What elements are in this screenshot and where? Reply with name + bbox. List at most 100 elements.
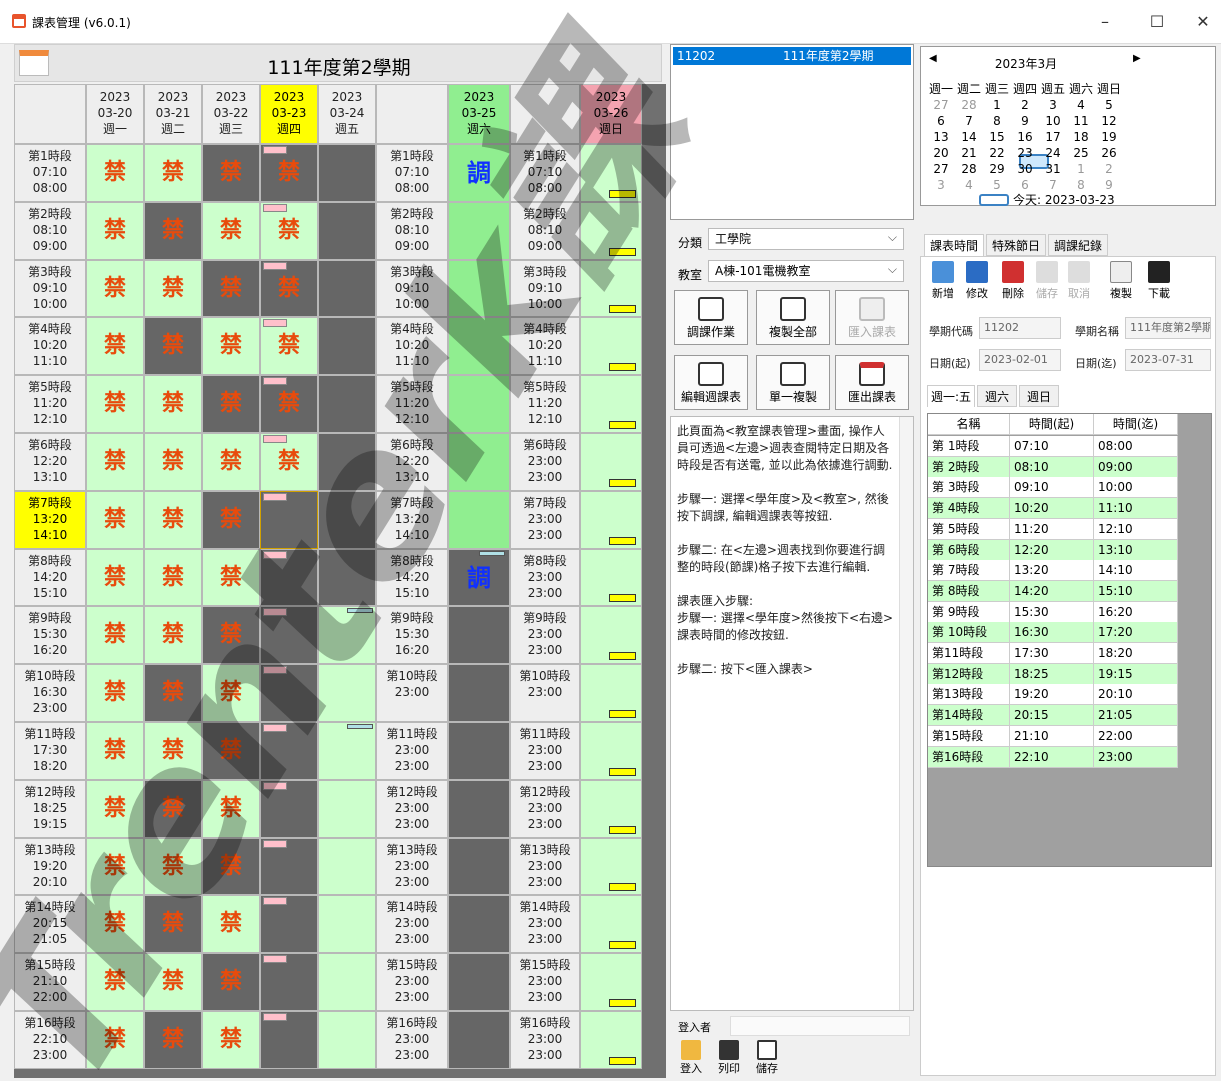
schedule-cell[interactable] [318, 490, 376, 549]
saturday-slot-label[interactable]: 第10時段 23:00 [376, 664, 448, 722]
schedule-cell[interactable]: 禁 [202, 779, 260, 838]
export-schedule-button[interactable]: 匯出課表 [835, 355, 909, 410]
schedule-cell[interactable]: 禁 [144, 144, 202, 202]
schedule-cell[interactable]: 禁 [202, 548, 260, 607]
schedule-cell[interactable]: 禁 [202, 433, 260, 491]
sunday-slot-label[interactable]: 第2時段 08:10 09:00 [510, 201, 580, 260]
schedule-cell[interactable] [580, 664, 642, 722]
schedule-cell[interactable]: 禁 [144, 317, 202, 376]
calendar-day[interactable]: 31 [1039, 163, 1067, 176]
calendar-day[interactable]: 2 [1095, 163, 1123, 176]
schedule-cell[interactable]: 禁 [144, 490, 202, 549]
calendar-day[interactable]: 1 [1067, 163, 1095, 176]
schedule-cell[interactable]: 禁 [86, 490, 144, 549]
calendar-day[interactable]: 24 [1039, 147, 1067, 160]
table-row[interactable]: 第14時段 20:15 21:05 [928, 705, 1178, 727]
copy-all-button[interactable]: 複製全部 [756, 290, 830, 345]
schedule-cell[interactable]: 禁 [86, 433, 144, 491]
calendar-day[interactable]: 8 [983, 115, 1011, 128]
sunday-slot-label[interactable]: 第12時段 23:00 23:00 [510, 779, 580, 838]
schedule-cell[interactable] [448, 1011, 510, 1069]
calendar-day[interactable]: 6 [1011, 179, 1039, 192]
schedule-cell[interactable]: 禁 [86, 722, 144, 780]
schedule-cell[interactable] [448, 837, 510, 896]
schedule-cell[interactable]: 調 [448, 144, 510, 202]
sunday-slot-label[interactable]: 第10時段 23:00 [510, 664, 580, 722]
help-text-box[interactable]: 此頁面為<教室課表管理>畫面, 操作人員可透過<左邊>週表查閱特定日期及各時段是… [670, 416, 914, 1011]
save-disabled-button[interactable]: 儲存 [1031, 261, 1063, 305]
end-date-field[interactable]: 2023-07-31 [1125, 349, 1211, 371]
schedule-cell[interactable] [318, 779, 376, 838]
schedule-cell[interactable] [580, 779, 642, 838]
saturday-slot-label[interactable]: 第7時段 13:20 14:10 [376, 490, 448, 549]
day-header[interactable]: 2023 03-23 週四 [260, 84, 318, 144]
schedule-cell[interactable]: 禁 [144, 201, 202, 260]
calendar-day[interactable]: 12 [1095, 115, 1123, 128]
day-header[interactable]: 2023 03-22 週三 [202, 84, 260, 144]
schedule-cell[interactable] [318, 317, 376, 376]
schedule-cell[interactable]: 禁 [86, 317, 144, 376]
login-user-field[interactable] [730, 1016, 910, 1036]
schedule-cell[interactable] [260, 548, 318, 607]
table-row[interactable]: 第 8時段 14:20 15:10 [928, 580, 1178, 602]
schedule-cell[interactable]: 禁 [86, 664, 144, 722]
period-slot-label[interactable]: 第12時段 18:25 19:15 [14, 779, 86, 838]
schedule-cell[interactable]: 禁 [202, 837, 260, 896]
saturday-slot-label[interactable]: 第2時段 08:10 09:00 [376, 201, 448, 260]
schedule-cell[interactable] [448, 375, 510, 433]
schedule-cell[interactable]: 禁 [144, 779, 202, 838]
schedule-cell[interactable] [260, 1011, 318, 1069]
maximize-button[interactable]: ☐ [1137, 8, 1177, 36]
day-header[interactable]: 2023 03-21 週二 [144, 84, 202, 144]
column-header[interactable]: 名稱 [928, 414, 1010, 435]
calendar-day[interactable]: 13 [927, 131, 955, 144]
schedule-cell[interactable]: 禁 [260, 433, 318, 491]
schedule-cell[interactable]: 禁 [86, 606, 144, 665]
schedule-cell[interactable] [580, 144, 642, 202]
help-scrollbar[interactable] [899, 417, 913, 1010]
schedule-cell[interactable] [448, 953, 510, 1011]
category-select[interactable]: 工學院 [708, 227, 904, 250]
calendar-day[interactable]: 15 [983, 131, 1011, 144]
schedule-cell[interactable] [318, 548, 376, 607]
period-slot-label[interactable]: 第13時段 19:20 20:10 [14, 837, 86, 896]
schedule-cell[interactable]: 禁 [144, 606, 202, 665]
schedule-cell[interactable]: 禁 [86, 779, 144, 838]
table-row[interactable]: 第15時段 21:10 22:00 [928, 725, 1178, 747]
calendar-day[interactable]: 29 [983, 163, 1011, 176]
table-row[interactable]: 第 9時段 15:30 16:20 [928, 601, 1178, 623]
schedule-cell[interactable]: 禁 [144, 722, 202, 780]
calendar-day[interactable]: 21 [955, 147, 983, 160]
calendar-day[interactable]: 3 [1039, 99, 1067, 112]
close-button[interactable]: ✕ [1183, 8, 1221, 36]
login-button[interactable]: 登入 [676, 1038, 706, 1078]
saturday-slot-label[interactable]: 第16時段 23:00 23:00 [376, 1011, 448, 1069]
period-slot-label[interactable]: 第16時段 22:10 23:00 [14, 1011, 86, 1069]
sunday-slot-label[interactable]: 第6時段 23:00 23:00 [510, 433, 580, 491]
schedule-cell[interactable] [580, 895, 642, 954]
calendar-day[interactable]: 16 [1011, 131, 1039, 144]
schedule-cell[interactable]: 禁 [86, 144, 144, 202]
calendar-day[interactable]: 7 [1039, 179, 1067, 192]
schedule-cell[interactable] [448, 433, 510, 491]
table-row[interactable]: 第 4時段 10:20 11:10 [928, 498, 1178, 520]
schedule-cell[interactable] [318, 1011, 376, 1069]
calendar-day[interactable]: 27 [927, 99, 955, 112]
calendar-day[interactable]: 9 [1095, 179, 1123, 192]
schedule-cell[interactable] [318, 664, 376, 722]
period-slot-label[interactable]: 第9時段 15:30 16:20 [14, 606, 86, 665]
schedule-cell[interactable]: 調 [448, 548, 510, 607]
schedule-cell[interactable]: 禁 [144, 548, 202, 607]
period-slot-label[interactable]: 第8時段 14:20 15:10 [14, 548, 86, 607]
table-row[interactable]: 第11時段 17:30 18:20 [928, 643, 1178, 664]
calendar-day[interactable]: 4 [1067, 99, 1095, 112]
saturday-slot-label[interactable]: 第15時段 23:00 23:00 [376, 953, 448, 1011]
month-calendar[interactable]: ◀ ▶ 2023年3月 今天: 2023-03-23 週一 週二 週三 週四 週五 週六週… [920, 46, 1216, 208]
schedule-cell[interactable]: 禁 [86, 953, 144, 1011]
table-row[interactable]: 第 7時段 13:20 14:10 [928, 560, 1178, 582]
schedule-cell[interactable] [580, 201, 642, 260]
calendar-day[interactable]: 5 [983, 179, 1011, 192]
sunday-slot-label[interactable]: 第3時段 09:10 10:00 [510, 259, 580, 318]
minimize-button[interactable]: – [1085, 8, 1125, 36]
today-label[interactable]: 今天: 2023-03-23 [979, 191, 1115, 208]
